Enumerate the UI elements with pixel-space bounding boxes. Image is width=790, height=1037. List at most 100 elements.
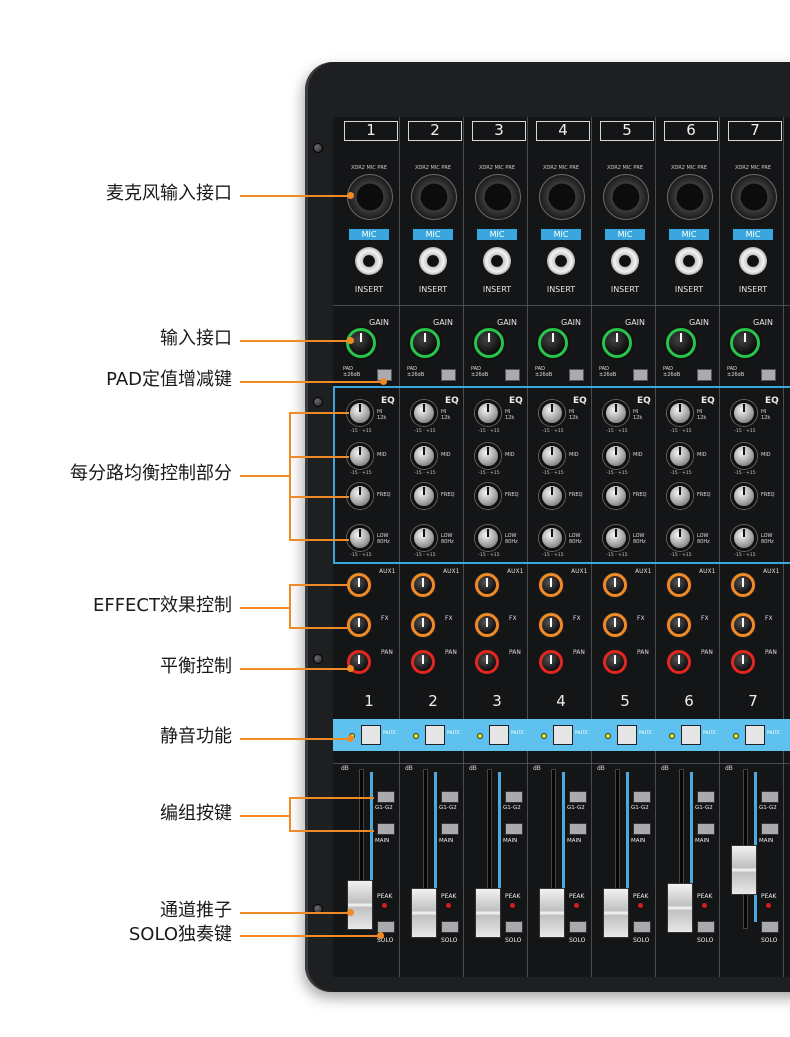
solo-button[interactable] [761,921,779,933]
insert-jack-icon[interactable] [547,247,575,275]
insert-jack-icon[interactable] [419,247,447,275]
aux1-knob[interactable] [411,573,435,597]
solo-button[interactable] [569,921,587,933]
pan-knob[interactable] [539,650,563,674]
channel-fader[interactable] [603,888,629,938]
leader-line [240,912,350,914]
aux1-label: AUX1 [507,568,524,575]
xlr-combo-jack-icon[interactable] [731,174,777,220]
mute-button[interactable] [361,725,381,745]
main-button[interactable] [633,823,651,835]
channel-fader[interactable] [411,888,437,938]
insert-jack-icon[interactable] [675,247,703,275]
solo-button[interactable] [697,921,715,933]
mute-button[interactable] [617,725,637,745]
aux1-knob[interactable] [731,573,755,597]
channel-fader[interactable] [731,845,757,895]
xlr-combo-jack-icon[interactable] [667,174,713,220]
group-label: G1-G2 [375,805,393,811]
xlr-combo-jack-icon[interactable] [411,174,457,220]
solo-button[interactable] [633,921,651,933]
mute-button[interactable] [681,725,701,745]
pad-button[interactable] [761,369,776,381]
mute-label: MUTE [383,731,396,736]
fx-knob[interactable] [411,613,435,637]
channel-fader[interactable] [475,888,501,938]
group-button[interactable] [569,791,587,803]
xlr-combo-jack-icon[interactable] [475,174,521,220]
fx-knob[interactable] [667,613,691,637]
group-button[interactable] [633,791,651,803]
gain-knob[interactable] [602,328,632,358]
aux1-knob[interactable] [539,573,563,597]
channel-fader[interactable] [347,880,373,930]
mic-badge: MIC [541,229,581,240]
pad-button[interactable] [569,369,584,381]
gain-knob[interactable] [538,328,568,358]
pan-knob[interactable] [411,650,435,674]
channel-fader[interactable] [667,883,693,933]
fx-knob[interactable] [603,613,627,637]
group-button[interactable] [761,791,779,803]
pad-button[interactable] [441,369,456,381]
group-button[interactable] [697,791,715,803]
pad-button[interactable] [697,369,712,381]
pan-knob[interactable] [603,650,627,674]
main-label: MAIN [375,838,390,844]
screw-icon [313,143,323,153]
pan-knob[interactable] [475,650,499,674]
pan-knob[interactable] [731,650,755,674]
pan-knob[interactable] [667,650,691,674]
fx-knob[interactable] [475,613,499,637]
channel-fader[interactable] [539,888,565,938]
aux1-knob[interactable] [475,573,499,597]
callout-pan: 平衡控制 [160,656,232,677]
insert-jack-icon[interactable] [483,247,511,275]
mute-led-icon [669,733,675,739]
group-button[interactable] [441,791,459,803]
pad-button[interactable] [505,369,520,381]
mute-button[interactable] [553,725,573,745]
fx-label: FX [765,615,773,622]
mute-button[interactable] [745,725,765,745]
insert-jack-icon[interactable] [355,247,383,275]
db-label: dB [725,765,733,772]
pad-label: PAD ±26dB [599,366,617,378]
main-button[interactable] [697,823,715,835]
mute-button[interactable] [425,725,445,745]
xlr-combo-jack-icon[interactable] [347,174,393,220]
main-button[interactable] [569,823,587,835]
leader-line [289,584,349,586]
main-button[interactable] [441,823,459,835]
channel-number: 4 [536,121,590,141]
aux1-knob[interactable] [603,573,627,597]
fx-knob[interactable] [539,613,563,637]
insert-jack-icon[interactable] [611,247,639,275]
solo-button[interactable] [505,921,523,933]
group-button[interactable] [505,791,523,803]
leader-line [289,539,349,541]
xlr-combo-jack-icon[interactable] [539,174,585,220]
channel-number: 1 [344,121,398,141]
gain-knob[interactable] [730,328,760,358]
leader-line [289,412,349,414]
leader-bracket [289,412,291,540]
mute-button[interactable] [489,725,509,745]
main-button[interactable] [505,823,523,835]
gain-knob[interactable] [474,328,504,358]
main-button[interactable] [761,823,779,835]
main-button[interactable] [377,823,395,835]
fx-knob[interactable] [731,613,755,637]
mute-label: MUTE [511,731,524,736]
xlr-combo-jack-icon[interactable] [603,174,649,220]
fx-knob[interactable] [347,613,371,637]
gain-knob[interactable] [666,328,696,358]
group-button[interactable] [377,791,395,803]
insert-jack-icon[interactable] [739,247,767,275]
aux1-knob[interactable] [347,573,371,597]
aux1-knob[interactable] [667,573,691,597]
leader-line [240,668,350,670]
solo-button[interactable] [441,921,459,933]
gain-knob[interactable] [410,328,440,358]
pad-button[interactable] [633,369,648,381]
